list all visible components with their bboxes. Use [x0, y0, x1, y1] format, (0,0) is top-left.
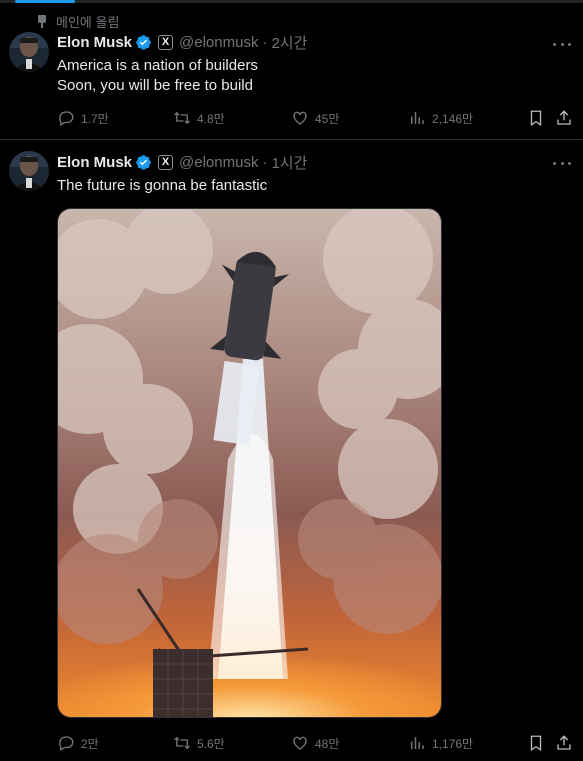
reply-icon [59, 111, 74, 126]
separator-dot: · [262, 153, 268, 171]
retweet-icon [174, 736, 190, 750]
retweet-button[interactable]: 4.8만 [173, 108, 225, 128]
tweet-text: America is a nation of builders Soon, you… [57, 56, 258, 96]
author-handle[interactable]: @elonmusk [179, 34, 258, 51]
like-count: 48만 [315, 736, 340, 751]
more-options-icon[interactable] [553, 35, 571, 53]
pin-icon [36, 15, 48, 28]
views-count: 1,176만 [432, 736, 474, 751]
author-name[interactable]: Elon Musk [57, 154, 132, 171]
tweet[interactable]: Elon Musk X @elonmusk · 1시간 The future i… [0, 140, 583, 761]
reply-count: 1.7만 [81, 111, 109, 126]
tweet[interactable]: 메인에 올림 Elon Musk X @elonmusk · 2시간 Ameri… [0, 3, 583, 140]
pinned-indicator: 메인에 올림 [36, 12, 119, 31]
retweet-icon [174, 111, 190, 125]
avatar[interactable] [9, 151, 49, 191]
tweet-header: Elon Musk X @elonmusk · 2시간 [57, 32, 307, 52]
separator-dot: · [262, 33, 268, 51]
reply-icon [59, 736, 74, 751]
like-button[interactable]: 48만 [291, 733, 339, 753]
tweet-actions: 1.7만 4.8만 45만 2,146만 [57, 108, 577, 128]
tweet-time[interactable]: 1시간 [271, 152, 307, 173]
tweet-media-image[interactable] [57, 208, 442, 718]
views-count: 2,146만 [432, 111, 474, 126]
views-button[interactable]: 2,146만 [408, 108, 473, 128]
tweet-header: Elon Musk X @elonmusk · 1시간 [57, 152, 307, 172]
more-options-icon[interactable] [553, 154, 571, 172]
tweet-text-line: America is a nation of builders [57, 57, 258, 74]
like-count: 45만 [315, 111, 340, 126]
share-button[interactable] [555, 733, 573, 753]
retweet-count: 5.6만 [197, 736, 225, 751]
x-affiliation-badge[interactable]: X [158, 154, 174, 170]
reply-button[interactable]: 2만 [57, 733, 99, 753]
share-icon [557, 110, 571, 125]
heart-icon [293, 111, 307, 125]
x-affiliation-badge[interactable]: X [158, 34, 174, 50]
views-chart-icon [411, 737, 424, 749]
reply-count: 2만 [81, 736, 99, 751]
retweet-button[interactable]: 5.6만 [173, 733, 225, 753]
reply-button[interactable]: 1.7만 [57, 108, 109, 128]
tweet-text-line: Soon, you will be free to build [57, 77, 253, 94]
author-name[interactable]: Elon Musk [57, 34, 132, 51]
bookmark-button[interactable] [527, 108, 545, 128]
retweet-count: 4.8만 [197, 111, 225, 126]
bookmark-button[interactable] [527, 733, 545, 753]
avatar[interactable] [9, 32, 49, 72]
tweet-text: The future is gonna be fantastic [57, 176, 267, 196]
pinned-label: 메인에 올림 [56, 15, 120, 30]
starship-launch-photo [58, 209, 441, 717]
bookmark-icon [530, 110, 542, 127]
verified-badge-icon[interactable] [135, 34, 152, 51]
tweet-time[interactable]: 2시간 [271, 32, 307, 53]
tweet-text-line: The future is gonna be fantastic [57, 177, 268, 194]
like-button[interactable]: 45만 [291, 108, 339, 128]
bookmark-icon [530, 735, 542, 752]
heart-icon [293, 736, 307, 750]
verified-badge-icon[interactable] [135, 154, 152, 171]
share-icon [557, 735, 571, 750]
share-button[interactable] [555, 108, 573, 128]
author-handle[interactable]: @elonmusk [179, 154, 258, 171]
tweet-actions: 2만 5.6만 48만 1,176만 [57, 733, 577, 753]
views-button[interactable]: 1,176만 [408, 733, 473, 753]
views-chart-icon [411, 112, 424, 124]
